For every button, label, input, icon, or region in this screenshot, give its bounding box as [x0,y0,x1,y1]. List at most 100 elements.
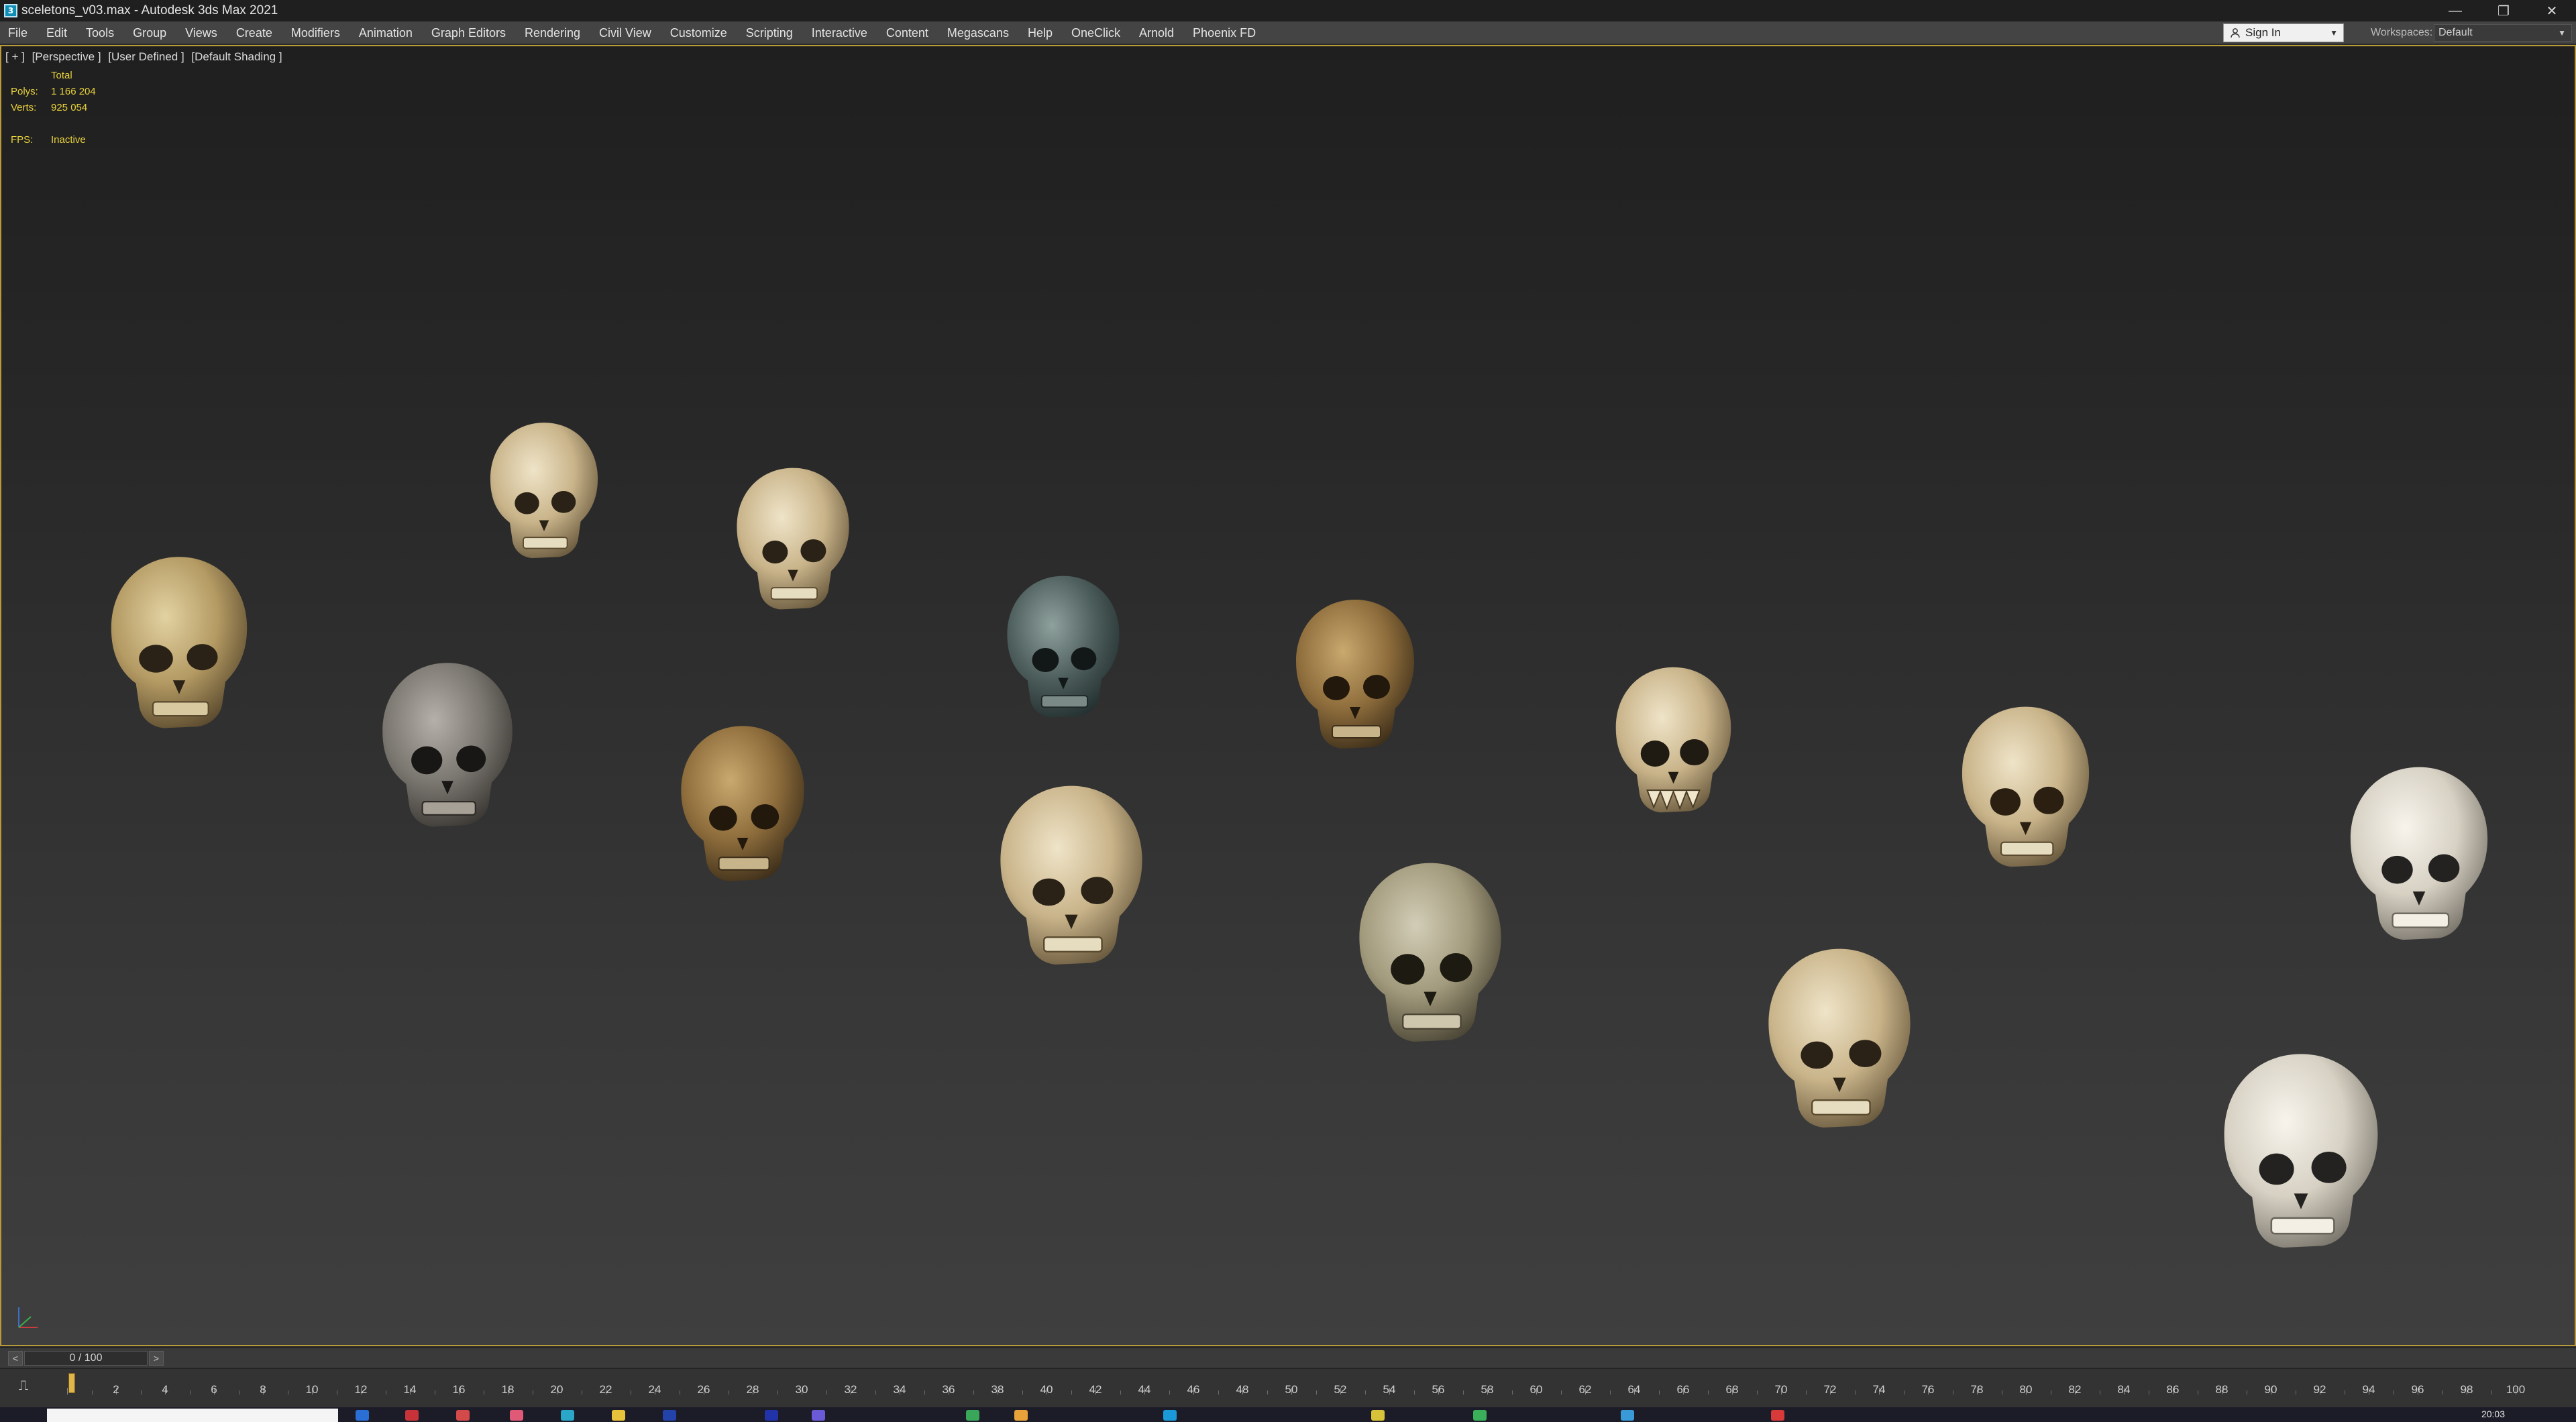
skull-object-8[interactable] [1288,578,1422,772]
axis-tripod-icon [18,1307,38,1328]
taskbar-app-icon[interactable] [1163,1410,1177,1421]
timeline-tick-label: 86 [2166,1383,2180,1396]
menu-bar: File Edit Tools Group Views Create Modif… [0,21,2576,44]
skull-object-1[interactable] [102,546,256,741]
timeline-tick-label: 74 [1872,1383,1886,1396]
taskbar-app-icon[interactable] [456,1410,470,1421]
next-frame-button[interactable]: > [149,1351,164,1366]
taskbar-app-icon[interactable] [356,1410,369,1421]
stats-fps-value: Inactive [51,134,86,146]
workspaces-select[interactable]: Default ▼ [2434,24,2572,42]
taskbar-app-icon[interactable] [1621,1410,1634,1421]
time-slider-handle[interactable]: 0 / 100 [24,1351,148,1366]
menu-civil-view[interactable]: Civil View [590,21,661,44]
skull-object-12[interactable] [1953,680,2098,895]
timeline-tick-label: 22 [599,1383,612,1396]
taskbar-app-icon[interactable] [812,1410,825,1421]
menu-customize[interactable]: Customize [661,21,737,44]
menu-views[interactable]: Views [176,21,227,44]
timeline-tick [1365,1390,1366,1394]
menu-group[interactable]: Group [123,21,176,44]
viewport-menu-plus[interactable]: [ + ] [5,50,25,63]
skull-object-11[interactable] [1759,912,1920,1166]
menu-phoenix-fd[interactable]: Phoenix FD [1183,21,1265,44]
menu-edit[interactable]: Edit [37,21,76,44]
timeline-tick-label: 30 [795,1383,808,1396]
taskbar-app-icon[interactable] [765,1410,778,1421]
timeline-tick-label: 56 [1432,1383,1445,1396]
skull-object-7[interactable] [991,759,1152,993]
app-icon: 3 [4,4,17,17]
menu-tools[interactable]: Tools [76,21,123,44]
timeline-tick-label: 4 [162,1383,168,1396]
timeline-tick-label: 2 [113,1383,119,1396]
skull-object-10[interactable] [1608,643,1739,838]
user-icon [2228,25,2243,40]
timeline-tick-label: 76 [1921,1383,1935,1396]
skull-object-9[interactable] [1350,832,1511,1074]
os-taskbar: 20:03 [0,1407,2576,1422]
taskbar-app-icon[interactable] [510,1410,523,1421]
taskbar-app-icon[interactable] [663,1410,676,1421]
taskbar-app-icon[interactable] [561,1410,574,1421]
viewport-point-of-view[interactable]: [Perspective ] [32,50,101,63]
skull-object-5[interactable] [669,720,816,888]
skull-object-2[interactable] [483,407,605,575]
timeline-tick-label: 100 [2506,1383,2526,1396]
timeline-tick-label: 54 [1383,1383,1396,1396]
taskbar-app-icon[interactable] [1771,1410,1784,1421]
sign-in-dropdown[interactable]: Sign In ▼ [2223,23,2344,42]
menu-arnold[interactable]: Arnold [1130,21,1183,44]
timeline-tick-label: 92 [2313,1383,2326,1396]
menu-interactive[interactable]: Interactive [802,21,877,44]
restore-button[interactable]: ❐ [2479,0,2528,21]
track-bar[interactable]: ⎍ 2 4 6 8 10 12 14 16 18 20 22 24 26 28 30 32 34 36 38 40 42… [0,1368,2576,1407]
timeline-tick [190,1390,191,1394]
title-bar: 3 sceletons_v03.max - Autodesk 3ds Max 2… [0,0,2576,21]
menu-rendering[interactable]: Rendering [515,21,590,44]
timeline-tick [1806,1390,1807,1394]
previous-frame-button[interactable]: < [8,1351,23,1366]
skull-object-6[interactable] [1000,571,1127,724]
timeline-tick [777,1390,778,1394]
menu-file[interactable]: File [0,21,37,44]
timeline-tick-label: 88 [2215,1383,2229,1396]
taskbar-app-icon[interactable] [966,1410,979,1421]
menu-oneclick[interactable]: OneClick [1062,21,1130,44]
skull-object-14[interactable] [2214,1024,2388,1279]
menu-megascans[interactable]: Megascans [938,21,1018,44]
minimize-button[interactable]: — [2431,0,2479,21]
timeline-tick [1169,1390,1170,1394]
menu-scripting[interactable]: Scripting [737,21,802,44]
workspaces-label: Workspaces: [2371,27,2433,38]
timeline-tick [1120,1390,1121,1394]
skull-object-13[interactable] [2341,739,2497,970]
menu-modifiers[interactable]: Modifiers [282,21,350,44]
timeline-tick-label: 84 [2117,1383,2131,1396]
menu-graph-editors[interactable]: Graph Editors [422,21,515,44]
taskbar-app-icon[interactable] [1371,1410,1385,1421]
timeline-tick-label: 90 [2264,1383,2277,1396]
menu-help[interactable]: Help [1018,21,1062,44]
menu-animation[interactable]: Animation [350,21,422,44]
timeline-tick [875,1390,876,1394]
taskbar-app-icon[interactable] [612,1410,625,1421]
taskbar-app-icon[interactable] [405,1410,419,1421]
viewport-lighting[interactable]: [User Defined ] [108,50,184,63]
taskbar-app-icon[interactable] [1473,1410,1487,1421]
timeline-tick-label: 80 [2019,1383,2033,1396]
taskbar-preview[interactable] [47,1409,338,1422]
skull-object-4[interactable] [374,640,521,851]
timeline-tick-label: 18 [501,1383,515,1396]
viewport-shading[interactable]: [Default Shading ] [191,50,282,63]
taskbar-app-icon[interactable] [1014,1410,1028,1421]
skull-object-3[interactable] [729,449,857,630]
menu-create[interactable]: Create [227,21,282,44]
timeline-ruler[interactable]: 2 4 6 8 10 12 14 16 18 20 22 24 26 28 30 32 34 36 38 40 42 44… [67,1369,2525,1408]
open-mini-curve-editor-icon[interactable]: ⎍ [19,1378,28,1394]
close-button[interactable]: ✕ [2528,0,2576,21]
menu-content[interactable]: Content [877,21,938,44]
timeline-tick [92,1390,93,1394]
perspective-viewport[interactable]: [ + ] [Perspective ] [User Defined ] [De… [0,45,2576,1346]
timeline-tick [924,1390,925,1394]
